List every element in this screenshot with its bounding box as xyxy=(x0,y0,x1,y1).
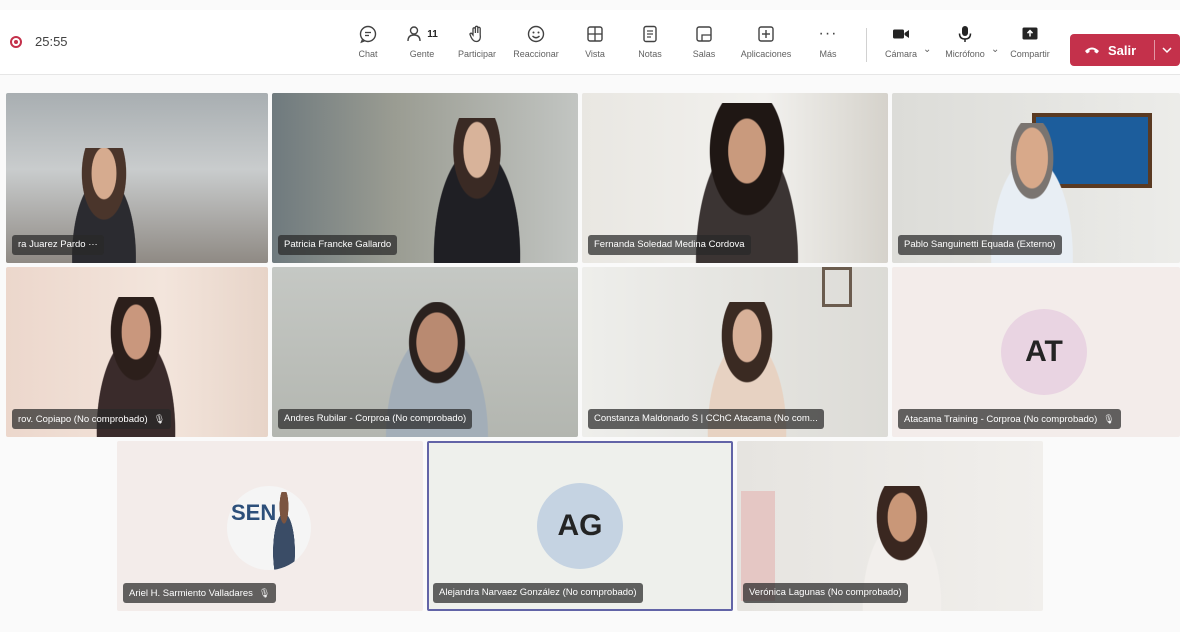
avatar-person xyxy=(267,492,301,570)
participant-name: Ariel H. Sarmiento Valladares 🎙 xyxy=(123,583,277,603)
participant-tile-7[interactable]: Constanza Maldonado S | CChC Atacama (No… xyxy=(582,267,888,437)
participant-tile-9[interactable]: SEN Ariel H. Sarmiento Valladares 🎙 xyxy=(117,441,423,611)
react-button[interactable]: Reaccionar xyxy=(506,22,566,70)
camera-options-chevron-icon[interactable]: ⌄ xyxy=(923,44,931,55)
participant-tile-6[interactable]: Andres Rubilar - Corproa (No comprobado) xyxy=(272,267,578,437)
meeting-timer: 25:55 xyxy=(35,34,68,49)
participant-tile-2[interactable]: Patricia Francke Gallardo xyxy=(272,93,578,263)
participant-avatar: SEN xyxy=(227,486,311,570)
add-app-icon xyxy=(756,22,776,46)
leave-label: Salir xyxy=(1108,42,1137,58)
mic-muted-icon: 🎙 xyxy=(1103,414,1115,424)
participant-video xyxy=(422,118,532,263)
mic-muted-icon: 🎙 xyxy=(258,588,271,598)
leave-divider xyxy=(1154,40,1155,60)
leave-button[interactable]: Salir xyxy=(1070,34,1180,66)
participant-avatar: AT xyxy=(1001,309,1087,395)
participant-avatar: AG xyxy=(537,483,623,569)
recording-icon xyxy=(10,36,22,48)
participant-tile-4[interactable]: Pablo Sanguinetti Equada (Externo) xyxy=(892,93,1180,263)
hang-up-icon xyxy=(1084,43,1100,58)
notes-button[interactable]: Notas xyxy=(620,22,680,70)
microphone-label: Micrófono xyxy=(945,49,985,59)
apps-label: Aplicaciones xyxy=(740,49,792,59)
participant-tile-10[interactable]: AG Alejandra Narvaez González (No compro… xyxy=(427,441,733,611)
participant-name: Verónica Lagunas (No comprobado) xyxy=(743,583,908,603)
grid-view-icon xyxy=(585,22,605,46)
more-label: Más xyxy=(819,49,837,59)
participant-tile-11[interactable]: Verónica Lagunas (No comprobado) xyxy=(737,441,1043,611)
more-icon: ··· xyxy=(818,25,838,42)
participant-name: Constanza Maldonado S | CChC Atacama (No… xyxy=(588,409,824,429)
wall-picture xyxy=(822,267,852,307)
view-label: Vista xyxy=(585,49,605,59)
chat-icon xyxy=(358,22,378,46)
apps-button[interactable]: Aplicaciones xyxy=(736,22,796,70)
more-button[interactable]: ··· Más xyxy=(798,22,858,70)
camera-icon xyxy=(891,22,911,46)
participant-name: Patricia Francke Gallardo xyxy=(278,235,398,255)
people-button[interactable]: 11 Gente xyxy=(392,22,452,70)
notes-icon xyxy=(640,22,660,46)
toolbar-divider xyxy=(866,28,867,62)
react-label: Reaccionar xyxy=(513,49,559,59)
raise-hand-button[interactable]: Participar xyxy=(447,22,507,70)
share-label: Compartir xyxy=(1010,49,1050,59)
breakout-rooms-icon xyxy=(694,22,714,46)
leave-options-chevron-icon[interactable] xyxy=(1162,42,1172,57)
participant-tile-8[interactable]: AT Atacama Training - Corproa (No compro… xyxy=(892,267,1180,437)
chat-label: Chat xyxy=(358,49,378,59)
people-count: 11 xyxy=(427,28,438,40)
participant-name: ra Juarez Pardo ··· xyxy=(12,235,104,255)
camera-button[interactable]: Cámara xyxy=(871,22,931,70)
participant-name: Fernanda Soledad Medina Cordova xyxy=(588,235,751,255)
hand-icon xyxy=(467,22,487,46)
participant-name: Andres Rubilar - Corproa (No comprobado) xyxy=(278,409,473,429)
participant-tile-5[interactable]: rov. Copiapo (No comprobado) 🎙 xyxy=(6,267,268,437)
participant-tile-1[interactable]: ra Juarez Pardo ··· xyxy=(6,93,268,263)
participant-name: Atacama Training - Corproa (No comprobad… xyxy=(898,409,1121,429)
microphone-button[interactable]: Micrófono xyxy=(935,22,995,70)
view-button[interactable]: Vista xyxy=(565,22,625,70)
people-icon: 11 xyxy=(406,22,438,46)
participant-tile-3[interactable]: Fernanda Soledad Medina Cordova xyxy=(582,93,888,263)
rooms-label: Salas xyxy=(692,49,716,59)
mic-options-chevron-icon[interactable]: ⌄ xyxy=(991,44,999,55)
chat-button[interactable]: Chat xyxy=(338,22,398,70)
participant-name: Alejandra Narvaez González (No comprobad… xyxy=(433,583,643,603)
rooms-button[interactable]: Salas xyxy=(674,22,734,70)
camera-label: Cámara xyxy=(884,49,917,59)
mic-muted-icon: 🎙 xyxy=(153,414,166,424)
participant-name: Pablo Sanguinetti Equada (Externo) xyxy=(898,235,1062,255)
participant-name: rov. Copiapo (No comprobado) 🎙 xyxy=(12,409,172,429)
microphone-icon xyxy=(955,22,975,46)
emoji-icon xyxy=(526,22,546,46)
raise-hand-label: Participar xyxy=(457,49,496,59)
share-button[interactable]: Compartir xyxy=(1000,22,1060,70)
notes-label: Notas xyxy=(638,49,662,59)
people-label: Gente xyxy=(409,49,435,59)
meeting-toolbar: 25:55 Chat 11 Gente Participar Reacciona… xyxy=(0,10,1180,75)
share-screen-icon xyxy=(1020,22,1040,46)
